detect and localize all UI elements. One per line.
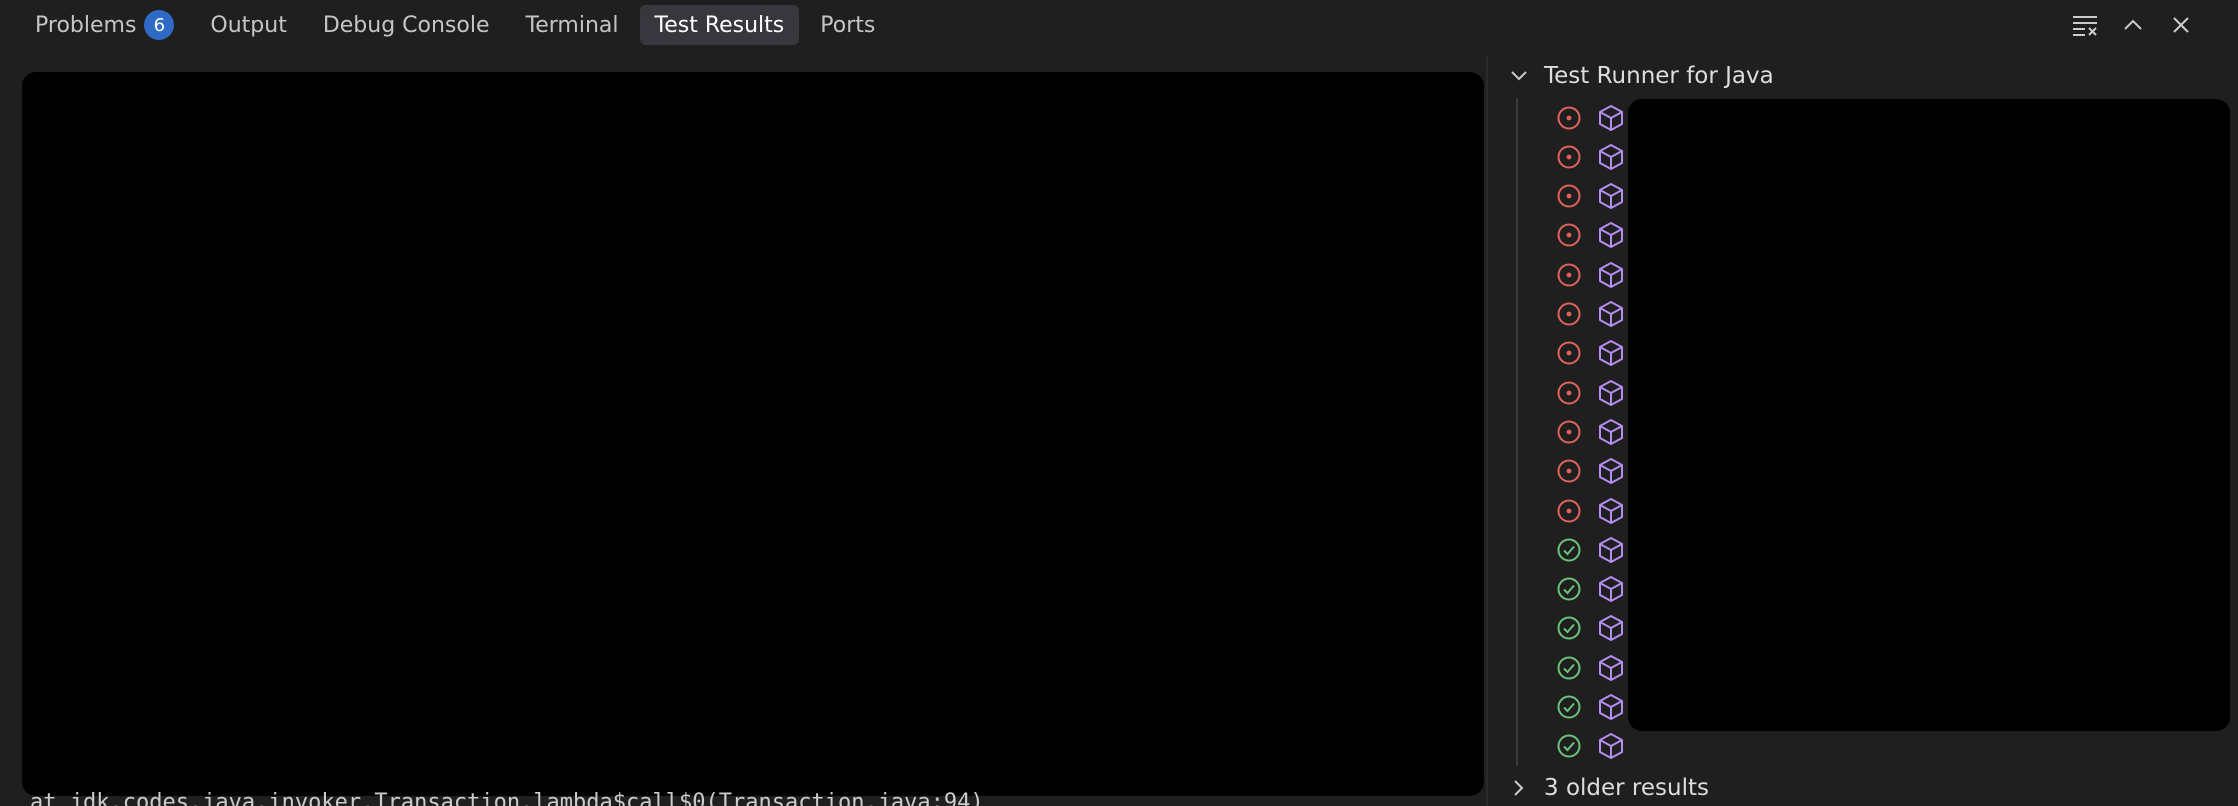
test-row[interactable] <box>1554 373 1626 412</box>
test-passed-icon <box>1554 731 1584 761</box>
package-icon <box>1596 613 1626 643</box>
package-icon <box>1596 417 1626 447</box>
test-row[interactable] <box>1554 137 1626 176</box>
test-failed-icon <box>1554 220 1584 250</box>
package-icon <box>1596 142 1626 172</box>
package-icon <box>1596 692 1626 722</box>
test-row[interactable] <box>1554 295 1626 334</box>
older-results-group[interactable]: 3 older results <box>1508 768 1709 806</box>
tab-test-results[interactable]: Test Results <box>639 5 800 45</box>
tab-label: Problems <box>35 12 137 38</box>
clear-results-icon <box>2073 16 2097 36</box>
test-row[interactable] <box>1554 177 1626 216</box>
maximize-panel-button[interactable] <box>2116 5 2150 45</box>
test-row[interactable] <box>1554 570 1626 609</box>
test-passed-icon <box>1554 653 1584 683</box>
test-runner-group[interactable]: Test Runner for Java <box>1508 56 1774 96</box>
chevron-up-icon <box>2124 19 2142 30</box>
close-icon <box>2173 17 2189 33</box>
tab-debug-console[interactable]: Debug Console <box>308 5 505 45</box>
package-icon <box>1596 338 1626 368</box>
test-failed-icon <box>1554 299 1584 329</box>
panel-tabs: Problems 6 Output Debug Console Terminal… <box>0 5 896 45</box>
tab-label: Terminal <box>525 12 619 38</box>
test-results-tree: Test Runner for Java 3 older results <box>1488 56 2238 806</box>
clear-results-button[interactable] <box>2068 5 2102 45</box>
package-icon <box>1596 496 1626 526</box>
tab-label: Output <box>210 12 287 38</box>
test-row[interactable] <box>1554 688 1626 727</box>
test-output-area[interactable] <box>22 72 1484 796</box>
panel-tab-bar: Problems 6 Output Debug Console Terminal… <box>0 0 2238 50</box>
close-panel-button[interactable] <box>2164 5 2198 45</box>
test-failed-icon <box>1554 181 1584 211</box>
test-passed-icon <box>1554 692 1584 722</box>
output-text-line: at jdk.codes.java.invoker.Transaction.la… <box>30 790 984 806</box>
problems-count-badge: 6 <box>144 10 175 40</box>
test-row[interactable] <box>1554 216 1626 255</box>
package-icon <box>1596 653 1626 683</box>
test-failed-icon <box>1554 338 1584 368</box>
package-icon <box>1596 731 1626 761</box>
tree-indent-guide <box>1516 98 1518 766</box>
test-row[interactable] <box>1554 334 1626 373</box>
test-row[interactable] <box>1554 609 1626 648</box>
test-row[interactable] <box>1554 452 1626 491</box>
test-failed-icon <box>1554 142 1584 172</box>
package-icon <box>1596 181 1626 211</box>
test-failed-icon <box>1554 417 1584 447</box>
test-row[interactable] <box>1554 98 1626 137</box>
chevron-down-icon <box>1511 71 1527 81</box>
panel-actions <box>2068 5 2198 45</box>
test-passed-icon <box>1554 574 1584 604</box>
package-icon <box>1596 220 1626 250</box>
test-row[interactable] <box>1554 491 1626 530</box>
package-icon <box>1596 456 1626 486</box>
package-icon <box>1596 299 1626 329</box>
tab-problems[interactable]: Problems 6 <box>20 5 189 45</box>
tab-ports[interactable]: Ports <box>805 5 890 45</box>
package-icon <box>1596 574 1626 604</box>
tab-label: Ports <box>820 12 876 38</box>
test-failed-icon <box>1554 496 1584 526</box>
test-names-area <box>1628 99 2230 731</box>
package-icon <box>1596 535 1626 565</box>
package-icon <box>1596 378 1626 408</box>
tab-output[interactable]: Output <box>195 5 301 45</box>
test-row[interactable] <box>1554 648 1626 687</box>
older-results-label: 3 older results <box>1544 775 1709 801</box>
chevron-right-icon <box>1514 780 1524 796</box>
test-runner-label: Test Runner for Java <box>1544 63 1774 89</box>
panel: Problems 6 Output Debug Console Terminal… <box>0 0 2238 806</box>
tab-label: Test Results <box>654 12 785 38</box>
test-passed-icon <box>1554 535 1584 565</box>
package-icon <box>1596 103 1626 133</box>
test-row[interactable] <box>1554 255 1626 294</box>
test-failed-icon <box>1554 103 1584 133</box>
test-failed-icon <box>1554 378 1584 408</box>
test-row[interactable] <box>1554 412 1626 451</box>
test-failed-icon <box>1554 456 1584 486</box>
test-row[interactable] <box>1554 530 1626 569</box>
package-icon <box>1596 260 1626 290</box>
tab-terminal[interactable]: Terminal <box>511 5 634 45</box>
tab-label: Debug Console <box>322 12 490 38</box>
test-row[interactable] <box>1554 727 1626 766</box>
test-failed-icon <box>1554 260 1584 290</box>
test-passed-icon <box>1554 613 1584 643</box>
